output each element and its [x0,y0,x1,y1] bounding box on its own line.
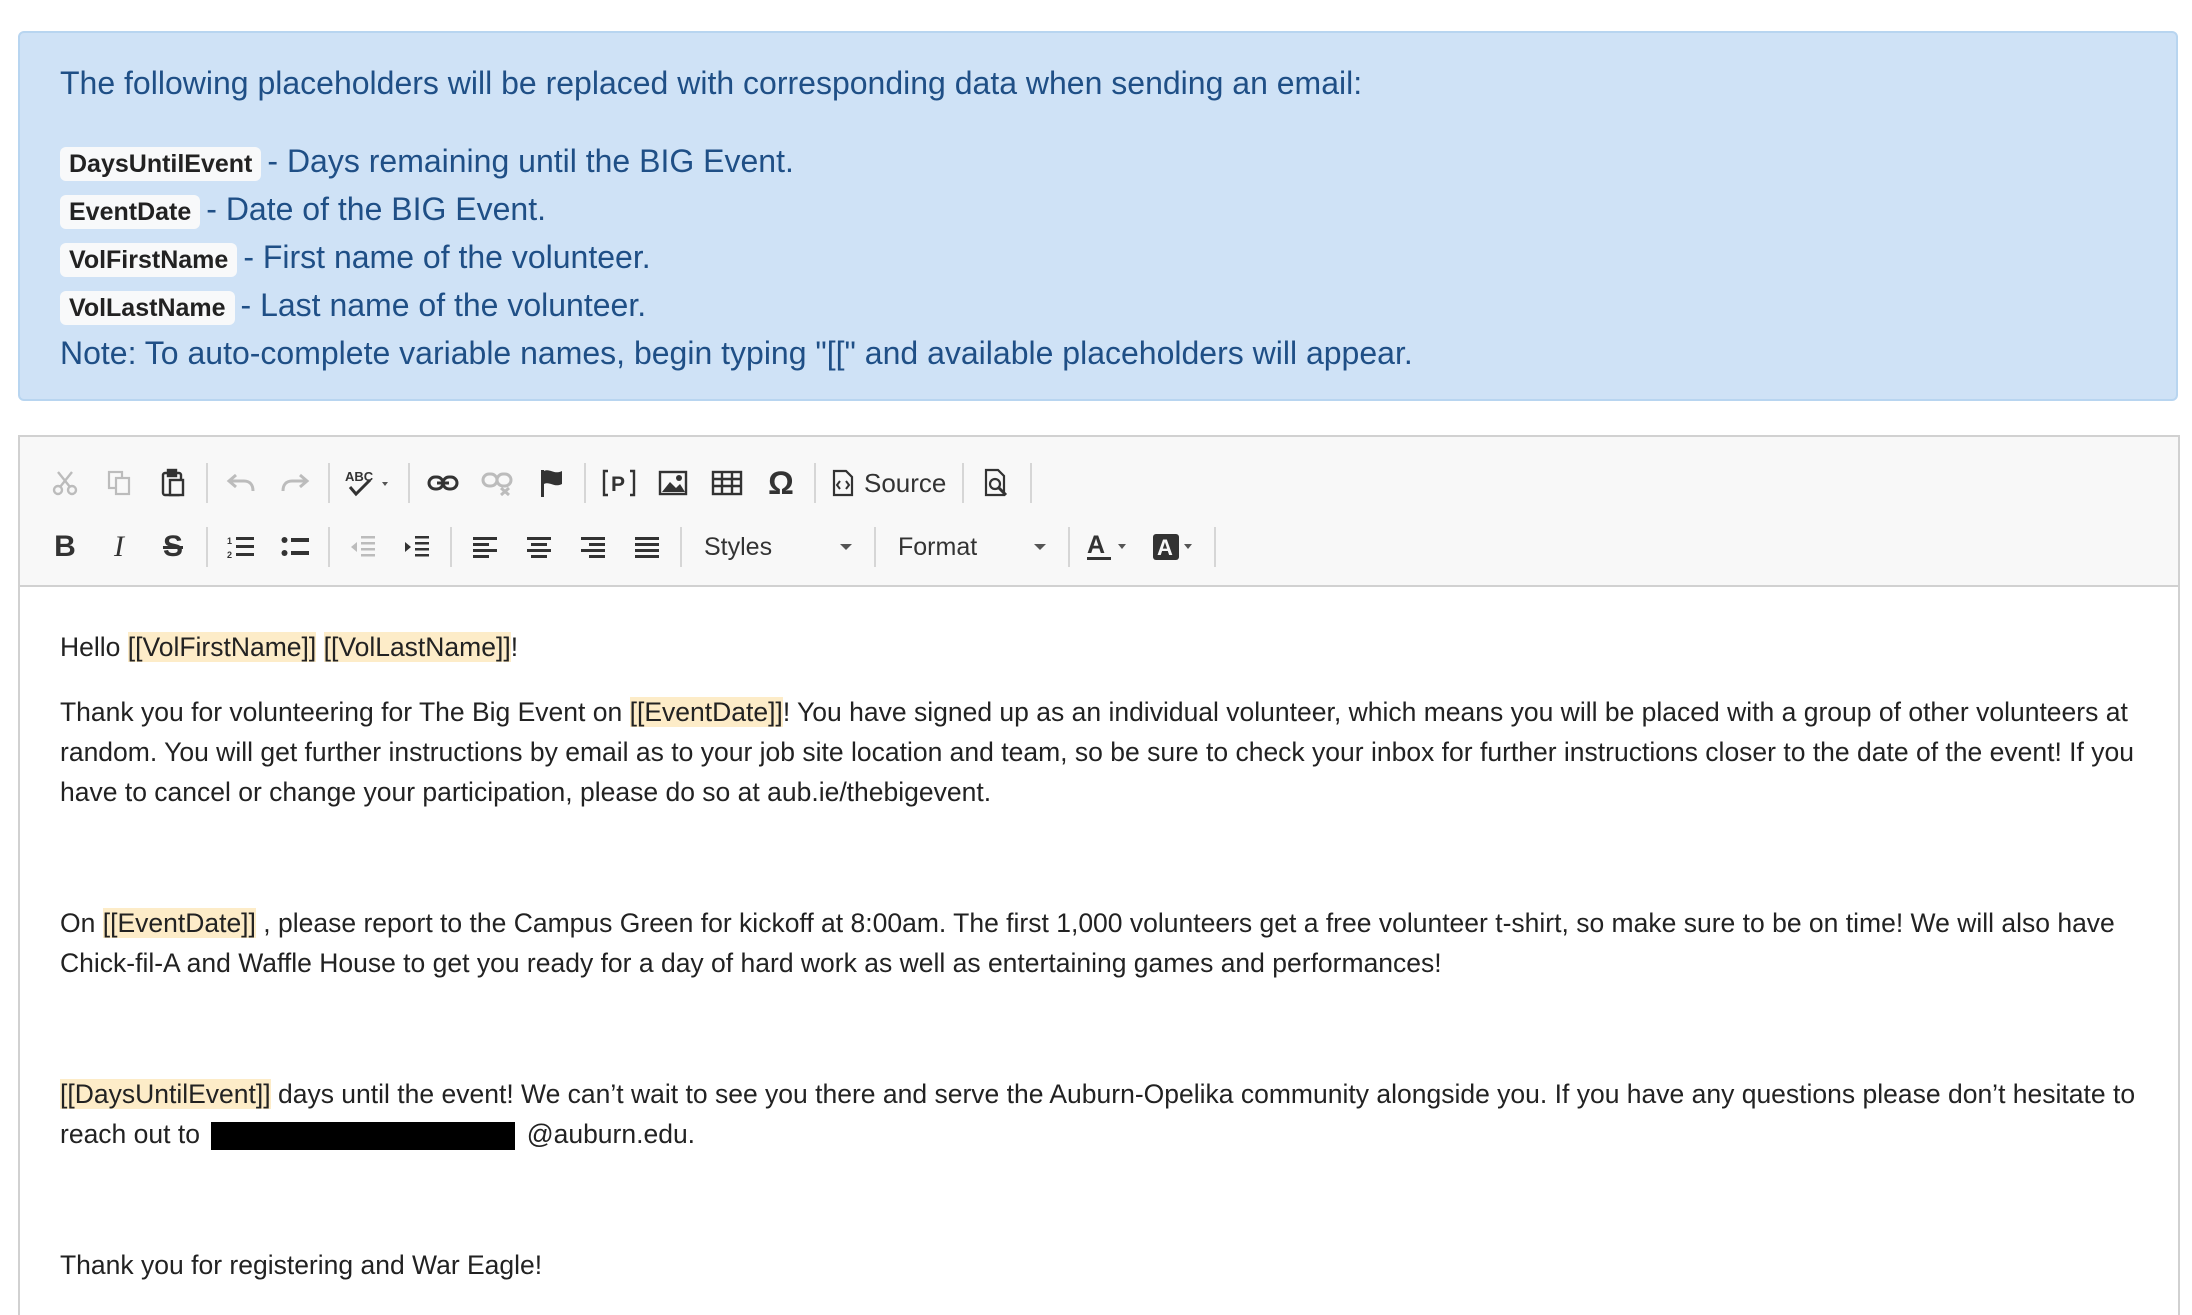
placeholder-desc: - First name of the volunteer. [243,239,651,275]
placeholder-code: EventDate [60,194,201,229]
format-label: Format [898,532,978,561]
toolbar-separator [408,463,410,503]
toolbar-separator [206,527,208,567]
toolbar-separator [680,527,682,567]
format-dropdown[interactable]: Format [882,520,1062,574]
placeholder-row: VolFirstName - First name of the voluntee… [60,233,2136,281]
toolbar-separator [1214,527,1216,567]
preview-icon[interactable] [970,456,1024,510]
toolbar-separator [450,527,452,567]
info-intro: The following placeholders will be repla… [60,65,1363,101]
placeholder-code: VolFirstName [60,242,238,277]
undo-icon[interactable] [214,456,268,510]
toolbar-separator [206,463,208,503]
empty-line [60,837,2138,903]
redacted-email-block [211,1122,516,1150]
svg-text:1: 1 [227,536,232,546]
greeting-paragraph: Hello [[VolFirstName]] [[VolLastName]]! [60,627,2138,667]
toolbar-row-1: ABC P Ω Source [38,451,2160,515]
svg-text:A: A [1157,535,1173,560]
text-span: , please report to the Campus Green for … [60,908,2115,978]
toolbar-separator [328,527,330,567]
text-span: Hello [60,632,128,662]
svg-text:A: A [1087,531,1105,559]
svg-text:P: P [611,473,625,496]
align-justify-icon[interactable] [620,520,674,574]
placeholder-token: [[EventDate]] [629,697,783,727]
align-left-icon[interactable] [458,520,512,574]
source-button[interactable]: Source [822,456,956,510]
placeholder-code: DaysUntilEvent [60,146,262,181]
unlink-icon[interactable] [470,456,524,510]
cut-icon[interactable] [38,456,92,510]
editor-toolbar: ABC P Ω Source B I S 12 Styles Format A … [20,437,2178,587]
body-paragraph-1: Thank you for volunteering for The Big E… [60,692,2138,812]
table-icon[interactable] [700,456,754,510]
placeholder-token: [[DaysUntilEvent]] [60,1079,271,1109]
body-paragraph-2: On [[EventDate]] , please report to the … [60,903,2138,983]
closing-paragraph: Thank you for registering and War Eagle! [60,1250,543,1280]
placeholder-row: VolLastName - Last name of the volunteer. [60,281,2136,329]
toolbar-separator [1030,463,1033,503]
toolbar-separator [328,463,330,503]
align-right-icon[interactable] [566,520,620,574]
placeholder-row: EventDate - Date of the BIG Event. [60,185,2136,233]
placeholder-desc: - Days remaining until the BIG Event. [267,143,794,179]
numbered-list-icon[interactable]: 12 [214,520,268,574]
bold-icon[interactable]: B [38,520,92,574]
styles-dropdown[interactable]: Styles [688,520,868,574]
placeholder-token: [[VolFirstName]] [127,632,317,662]
rich-text-editor: ABC P Ω Source B I S 12 Styles Format A … [18,435,2180,1315]
editor-content-area[interactable]: Hello [[VolFirstName]] [[VolLastName]]! … [20,587,2178,1285]
bulleted-list-icon[interactable] [268,520,322,574]
outdent-icon[interactable] [336,520,390,574]
copy-icon[interactable] [92,456,146,510]
toolbar-separator [814,463,816,503]
text-span: @auburn.edu. [519,1119,696,1149]
indent-icon[interactable] [390,520,444,574]
chevron-down-icon [1034,544,1046,550]
redo-icon[interactable] [268,456,322,510]
paste-icon[interactable] [146,456,200,510]
toolbar-separator [962,463,965,503]
strikethrough-icon[interactable]: S [146,520,200,574]
toolbar-row-2: B I S 12 Styles Format A A [38,515,2160,579]
text-color-icon[interactable]: A [1076,520,1142,574]
text-span: Thank you for volunteering for The Big E… [60,697,630,727]
placeholder-info-alert: The following placeholders will be repla… [18,31,2178,401]
toolbar-separator [874,527,876,567]
spellcheck-icon[interactable]: ABC [336,456,402,510]
image-icon[interactable] [646,456,700,510]
special-char-omega-icon[interactable]: Ω [754,456,808,510]
chevron-down-icon [840,544,852,550]
placeholder-desc: - Date of the BIG Event. [206,191,546,227]
placeholder-code: VolLastName [60,290,235,325]
empty-line [60,1008,2138,1074]
placeholder-desc: - Last name of the volunteer. [240,287,647,323]
placeholder-token: [[EventDate]] [102,908,256,938]
text-span: ! [510,632,519,662]
body-paragraph-3: [[DaysUntilEvent]] days until the event!… [60,1074,2138,1154]
empty-line [60,1179,2138,1245]
source-label: Source [864,467,947,498]
anchor-flag-icon[interactable] [524,456,578,510]
text-span [316,632,323,662]
background-color-icon[interactable]: A [1142,520,1208,574]
align-center-icon[interactable] [512,520,566,574]
info-note: Note: To auto-complete variable names, b… [60,335,1413,371]
styles-label: Styles [704,532,773,561]
link-icon[interactable] [416,456,470,510]
placeholder-insert-icon[interactable]: P [592,456,646,510]
toolbar-separator [584,463,586,503]
svg-text:2: 2 [227,550,232,560]
text-span: On [60,908,103,938]
placeholder-row: DaysUntilEvent - Days remaining until the… [60,137,2136,185]
placeholder-token: [[VolLastName]] [323,632,511,662]
toolbar-separator [1068,527,1070,567]
source-file-icon [832,469,854,497]
italic-icon[interactable]: I [92,520,146,574]
